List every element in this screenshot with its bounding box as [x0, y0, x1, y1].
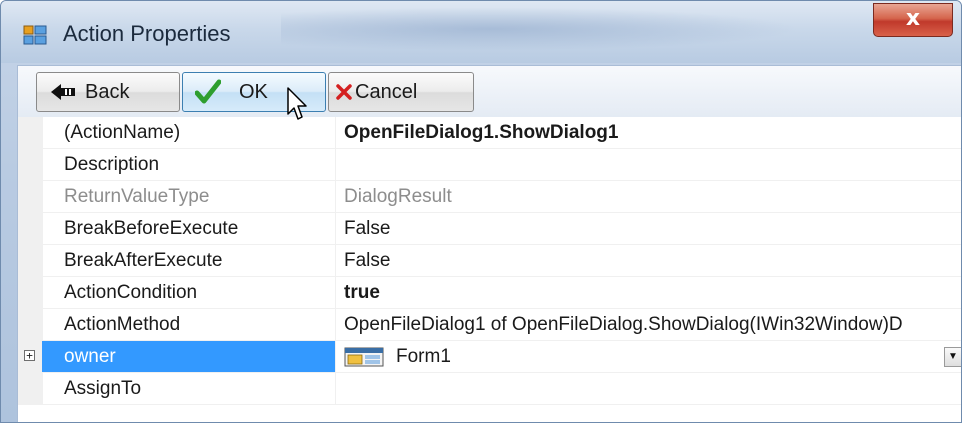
back-button-label: Back — [85, 80, 130, 103]
window-title: Action Properties — [63, 21, 231, 46]
checkmark-icon — [195, 79, 221, 104]
row-gutter — [18, 181, 43, 213]
row-gutter — [18, 309, 43, 341]
row-gutter — [18, 149, 43, 181]
row-gutter — [18, 245, 43, 277]
property-name: owner — [42, 341, 336, 373]
property-row-breakbeforeexecute[interactable]: BreakBeforeExecute False — [18, 213, 961, 245]
property-value-owner[interactable]: Form1 ▼ — [336, 341, 961, 373]
property-row-description[interactable]: Description — [18, 149, 961, 181]
chevron-down-icon[interactable]: ▼ — [944, 347, 961, 367]
row-gutter — [18, 277, 43, 309]
row-gutter — [18, 373, 43, 405]
row-gutter: + — [18, 341, 43, 373]
property-row-assignto[interactable]: AssignTo — [18, 373, 961, 405]
cancel-button-label: Cancel — [355, 80, 418, 103]
close-button[interactable]: x — [873, 3, 953, 37]
back-arrow-icon — [51, 84, 75, 100]
property-row-returnvaluetype[interactable]: ReturnValueType DialogResult — [18, 181, 961, 213]
property-name: ActionCondition — [42, 277, 336, 309]
property-row-breakafterexecute[interactable]: BreakAfterExecute False — [18, 245, 961, 277]
ok-button-label: OK — [239, 80, 268, 103]
title-bar-background — [281, 7, 801, 51]
property-row-actionmethod[interactable]: ActionMethod OpenFileDialog1 of OpenFile… — [18, 309, 961, 341]
form-window-icon — [344, 347, 384, 367]
property-value[interactable]: OpenFileDialog1.ShowDialog1 — [336, 117, 961, 149]
property-name: BreakBeforeExecute — [42, 213, 336, 245]
property-value[interactable]: False — [336, 213, 961, 245]
back-button[interactable]: Back — [36, 72, 180, 112]
row-gutter — [18, 117, 43, 149]
property-name: Description — [42, 149, 336, 181]
row-gutter — [18, 213, 43, 245]
property-value[interactable]: OpenFileDialog1 of OpenFileDialog.ShowDi… — [336, 309, 961, 341]
property-name: AssignTo — [42, 373, 336, 405]
property-grid: (ActionName) OpenFileDialog1.ShowDialog1… — [17, 117, 961, 422]
property-value[interactable]: true — [336, 277, 961, 309]
property-grid-icon — [23, 25, 47, 45]
property-row-owner[interactable]: + owner Form1 ▼ — [18, 341, 961, 373]
property-name: ReturnValueType — [42, 181, 336, 213]
red-x-icon — [336, 84, 352, 100]
property-name: BreakAfterExecute — [42, 245, 336, 277]
owner-value-text: Form1 — [396, 346, 451, 367]
cancel-button[interactable]: Cancel — [328, 72, 474, 112]
property-value: DialogResult — [336, 181, 961, 213]
mouse-pointer-icon — [287, 87, 307, 120]
title-bar[interactable]: Action Properties x — [1, 1, 961, 63]
property-value[interactable]: False — [336, 245, 961, 277]
property-value[interactable] — [336, 149, 961, 181]
property-name: ActionMethod — [42, 309, 336, 341]
property-row-actioncondition[interactable]: ActionCondition true — [18, 277, 961, 309]
property-row-actionname[interactable]: (ActionName) OpenFileDialog1.ShowDialog1 — [18, 117, 961, 149]
property-value[interactable] — [336, 373, 961, 405]
expand-icon[interactable]: + — [24, 350, 35, 361]
action-properties-window: Action Properties x Back OK Cancel (Acti… — [0, 0, 962, 423]
toolbar: Back OK Cancel — [17, 65, 961, 117]
